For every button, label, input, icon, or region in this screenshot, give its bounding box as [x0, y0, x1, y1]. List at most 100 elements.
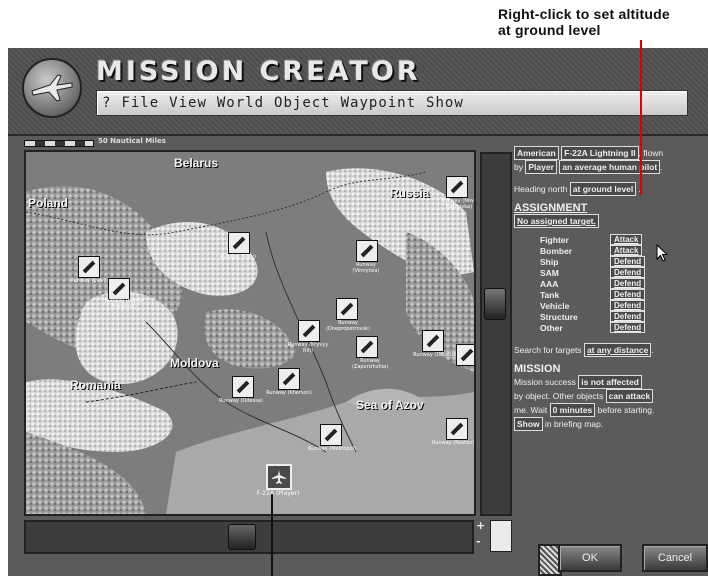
zoom-in-icon[interactable]: +	[476, 518, 485, 534]
label-russia: Russia	[390, 186, 430, 200]
mission-text-3: me. Wait	[514, 405, 548, 415]
menu-help[interactable]: ?	[97, 95, 116, 111]
zoom-out-icon[interactable]: -	[476, 534, 485, 550]
runway-marker[interactable]	[336, 298, 358, 320]
assignment-value[interactable]: Attack	[610, 234, 643, 245]
assignment-heading: ASSIGNMENT	[514, 202, 588, 214]
menu-file[interactable]: File	[116, 95, 164, 111]
runway-marker[interactable]	[278, 368, 300, 390]
search-distance-field[interactable]: at any distance	[583, 343, 652, 357]
menu-show[interactable]: Show	[421, 95, 469, 111]
runway-marker-label: Runway (Kryvyy Rih)	[287, 342, 329, 354]
player-aircraft-label: F-22A (Player)	[256, 490, 300, 497]
target-field[interactable]: No assigned target.	[514, 214, 599, 228]
runway-marker[interactable]	[108, 278, 130, 300]
assignment-name: Other	[540, 322, 563, 333]
wait-minutes-field[interactable]: 0 minutes	[549, 403, 596, 417]
assignment-value[interactable]: Defend	[610, 289, 646, 300]
runway-marker[interactable]	[356, 336, 378, 358]
runway-marker[interactable]	[456, 344, 474, 366]
runway-marker[interactable]	[232, 376, 254, 398]
assignment-value[interactable]: Defend	[610, 256, 646, 267]
altitude-field[interactable]: at ground level	[569, 182, 637, 196]
runway-marker-label: Runway (Odessa)	[219, 398, 263, 404]
ok-button[interactable]: OK	[558, 544, 622, 572]
runway-marker[interactable]	[446, 418, 468, 440]
vertical-scroll-thumb[interactable]	[484, 288, 506, 320]
label-poland: Poland	[28, 196, 69, 210]
mouse-pointer-icon	[656, 243, 669, 266]
runway-marker-label: Runway (Rostov)	[431, 440, 475, 446]
other-objects-field[interactable]: can attack	[605, 389, 654, 403]
assignment-value[interactable]: Defend	[610, 300, 646, 311]
assignment-value[interactable]: Defend	[610, 311, 646, 322]
show-briefing-field[interactable]: Show	[514, 417, 543, 431]
runway-marker[interactable]	[356, 240, 378, 262]
mission-text-2: by object. Other objects	[514, 391, 604, 401]
runway-marker[interactable]	[422, 330, 444, 352]
aircraft-field[interactable]: F-22A Lightning II	[561, 146, 639, 160]
cancel-button[interactable]: Cancel	[642, 544, 708, 572]
map-scale-label: 50 Nautical Miles	[98, 137, 166, 145]
assignment-row: Fighter Attack	[540, 234, 702, 245]
menu-waypoint[interactable]: Waypoint	[336, 95, 421, 111]
mission-heading: MISSION	[514, 363, 561, 375]
runway-marker[interactable]	[320, 424, 342, 446]
assignment-value[interactable]: Defend	[610, 267, 646, 278]
runway-marker-label: Runway (Nova Kakhovka)	[440, 198, 476, 210]
by-text: by	[514, 162, 523, 172]
assignment-table: Fighter Attack Bomber Attack Ship Defend SA…	[540, 234, 702, 333]
annotation-line-2: at ground level	[498, 22, 601, 38]
pilot-skill-field[interactable]: an average human pilot	[559, 160, 661, 174]
assignment-row: Structure Defend	[540, 311, 702, 322]
label-romania: Romania	[70, 378, 121, 392]
runway-marker-label: Runway (Lviv)	[70, 278, 106, 284]
assignment-row: AAA Defend	[540, 278, 702, 289]
mission-text-5: in briefing map.	[545, 419, 604, 429]
vertical-scrollbar[interactable]	[480, 152, 512, 516]
runway-marker-label: Runway (Melitopol)	[307, 446, 356, 452]
mission-creator-window: MISSION CREATOR ? File View World Object…	[8, 48, 708, 576]
mission-success-field[interactable]: is not affected	[578, 375, 642, 389]
country-field[interactable]: American	[514, 146, 559, 160]
menu-world[interactable]: World	[212, 95, 269, 111]
assignment-row: Ship Defend	[540, 256, 702, 267]
object-info-panel: American F-22A Lightning II, flown by Pl…	[514, 146, 702, 542]
label-belarus: Belarus	[174, 156, 219, 170]
menu-bar: ? File View World Object Waypoint Show	[96, 90, 688, 116]
zoom-slider[interactable]	[490, 520, 512, 552]
mission-map[interactable]: Belarus Russia Poland Moldova Romania Se…	[24, 150, 476, 516]
runway-marker-label: Runway (Dnepropetrovsk)	[326, 320, 370, 332]
mission-text-4: before starting.	[597, 405, 655, 415]
help-annotation: Right-click to set altitude at ground le…	[498, 6, 670, 38]
header: MISSION CREATOR ? File View World Object…	[8, 48, 708, 136]
runway-marker[interactable]	[298, 320, 320, 342]
flown-text: , flown	[638, 148, 664, 158]
runway-marker[interactable]	[78, 256, 100, 278]
pilot-by-field[interactable]: Player	[525, 160, 557, 174]
runway-marker[interactable]	[446, 176, 468, 198]
runway-marker-label: Runway (Ivano-Frankivsk)	[104, 298, 144, 310]
runway-marker-label: Runway (Zaporizhzhia)	[351, 358, 389, 370]
label-sea-of-azov: Sea of Azov	[356, 398, 424, 412]
player-aircraft-marker[interactable]	[266, 464, 292, 490]
assignment-value[interactable]: Defend	[610, 322, 646, 333]
assignment-row: Vehicle Defend	[540, 300, 702, 311]
altitude-prefix: at	[572, 184, 581, 194]
runway-marker[interactable]	[228, 232, 250, 254]
assignment-value[interactable]: Defend	[610, 278, 646, 289]
menu-view[interactable]: View	[164, 95, 212, 111]
map-scale-bar	[24, 140, 94, 147]
assignment-value[interactable]: Attack	[610, 245, 643, 256]
runway-marker-label: Runway (Kiev)	[220, 254, 256, 260]
runway-marker-label: Runway (Kherson)	[266, 390, 312, 396]
jet-icon	[272, 470, 286, 484]
zoom-controls: + -	[476, 518, 485, 550]
assignment-row: Tank Defend	[540, 289, 702, 300]
mission-text-1: Mission success	[514, 377, 576, 387]
runway-marker-label: Runway (Vinnytsia)	[352, 262, 380, 274]
menu-object[interactable]: Object	[269, 95, 336, 111]
horizontal-scroll-thumb[interactable]	[228, 524, 256, 550]
heading-text: Heading north	[514, 184, 568, 194]
jet-logo-icon	[22, 58, 82, 118]
